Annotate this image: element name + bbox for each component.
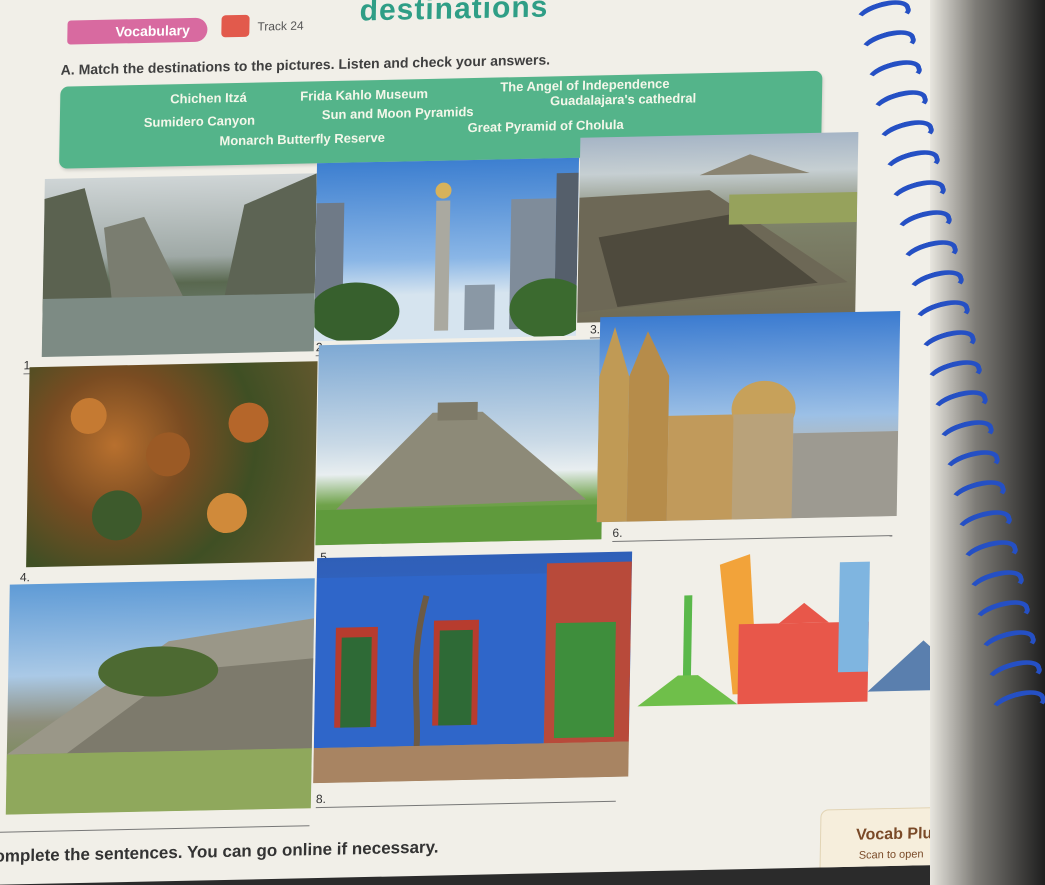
instruction-b-fragment: complete the sentences. You can go onlin…: [0, 837, 439, 866]
word-monarch-butterfly-reserve: Monarch Butterfly Reserve: [219, 129, 386, 149]
frida-museum-illustration: [313, 561, 632, 784]
photo-cholula-pyramid: [5, 578, 315, 815]
angel-column-illustration: [313, 172, 580, 342]
word-great-pyramid-cholula: Great Pyramid of Cholula: [467, 116, 624, 136]
photo-cathedral: [596, 311, 901, 523]
butterflies-illustration: [70, 397, 269, 541]
answer-line-7[interactable]: 7.: [0, 811, 310, 833]
cathedral-illustration: [596, 326, 899, 523]
audio-track-icon: [221, 14, 250, 38]
photo-butterflies: [26, 361, 318, 568]
word-guadalajara-cathedral: Guadalajara's cathedral: [549, 90, 697, 109]
photo-sun-pyramid: [577, 131, 859, 323]
pyramid-illustration: [577, 154, 858, 313]
photo-angel-column: [313, 157, 580, 342]
track-label: Track 24: [257, 18, 304, 34]
vocabulary-badge: Vocabulary: [67, 17, 208, 45]
canyon-illustration: [41, 173, 317, 357]
cholula-illustration: [5, 618, 315, 815]
photo-frida-museum: [313, 551, 633, 784]
answer-line-6[interactable]: 6.: [612, 521, 893, 542]
word-sumidero-canyon: Sumidero Canyon: [143, 112, 256, 130]
photo-canyon: [41, 173, 317, 357]
word-frida-kahlo-museum: Frida Kahlo Museum: [300, 85, 429, 104]
vocab-plus-title: Vocab Plus: [855, 824, 942, 844]
textbook-page: Vocabulary Track 24 destinations A. Matc…: [0, 0, 1001, 885]
vocab-plus-subtitle: Scan to open: [858, 848, 924, 862]
word-chichen-itza: Chichen Itzá: [170, 89, 247, 107]
instruction-a: A. Match the destinations to the picture…: [60, 51, 551, 78]
word-sun-moon-pyramids: Sun and Moon Pyramids: [321, 104, 474, 123]
chichen-itza-illustration: [315, 401, 602, 546]
page-title: destinations: [359, 0, 549, 28]
photo-chichen-itza: [315, 339, 605, 546]
answer-line-8[interactable]: 8.: [315, 786, 617, 809]
